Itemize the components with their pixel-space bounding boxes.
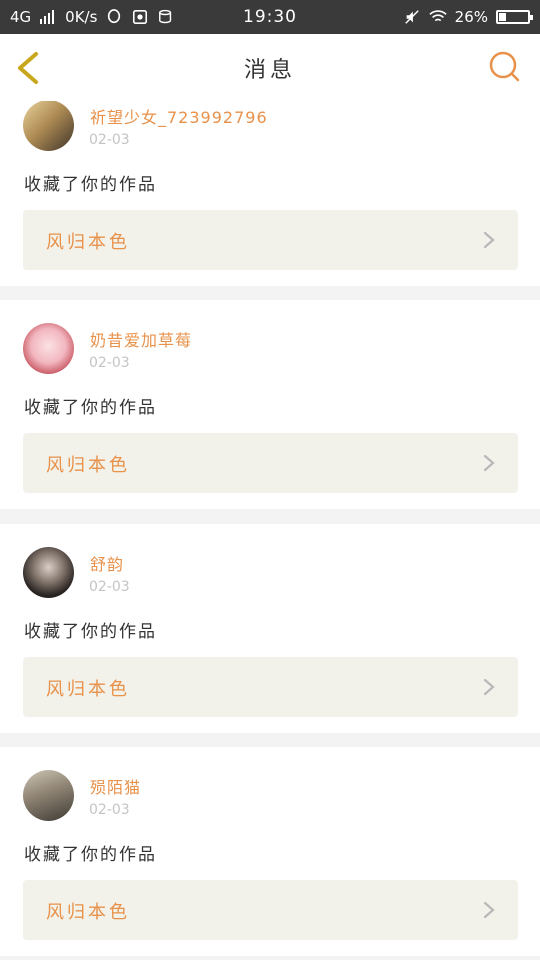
notification-card: 殒陌猫 02-03 收藏了你的作品 风归本色: [0, 747, 540, 956]
notification-date: 02-03: [89, 355, 130, 371]
battery-percent: 26%: [454, 8, 488, 26]
user-avatar[interactable]: [23, 547, 74, 598]
work-link[interactable]: 风归本色: [23, 657, 518, 717]
mute-icon: [404, 10, 419, 24]
battery-fill: [499, 13, 506, 21]
app-notification-icon: [133, 9, 148, 25]
username[interactable]: 殒陌猫: [90, 774, 141, 798]
storage-icon: [159, 9, 172, 24]
page-title: 消息: [243, 57, 296, 83]
work-title: 风归本色: [46, 455, 130, 476]
work-link[interactable]: 风归本色: [23, 433, 518, 493]
notification-date: 02-03: [89, 132, 130, 148]
user-avatar[interactable]: [23, 101, 74, 151]
qq-icon: [108, 9, 121, 24]
wifi-icon: [428, 10, 447, 22]
username[interactable]: 奶昔爱加草莓: [90, 327, 192, 351]
chevron-right-icon: [483, 231, 495, 249]
notification-action: 收藏了你的作品: [24, 398, 157, 418]
search-icon: [489, 51, 520, 82]
notification-card: 舒韵 02-03 收藏了你的作品 风归本色: [0, 524, 540, 733]
notification-action: 收藏了你的作品: [24, 175, 157, 195]
notification-card: 奶昔爱加草莓 02-03 收藏了你的作品 风归本色: [0, 300, 540, 509]
back-button[interactable]: [12, 50, 48, 86]
status-right: 26%: [403, 8, 533, 26]
notification-list[interactable]: 祈望少女_723992796 02-03 收藏了你的作品 风归本色 奶昔爱加草莓…: [0, 101, 540, 960]
chevron-right-icon: [483, 678, 495, 696]
chevron-left-icon: [18, 52, 38, 84]
status-left: 4G 0K/s: [10, 8, 175, 26]
notification-date: 02-03: [89, 579, 130, 595]
username[interactable]: 祈望少女_723992796: [90, 104, 268, 128]
notification-date: 02-03: [89, 802, 130, 818]
work-link[interactable]: 风归本色: [23, 210, 518, 270]
work-title: 风归本色: [46, 679, 130, 700]
signal-icon: [40, 10, 55, 24]
chevron-right-icon: [483, 454, 495, 472]
user-avatar[interactable]: [23, 770, 74, 821]
work-title: 风归本色: [46, 232, 130, 253]
user-avatar[interactable]: [23, 323, 74, 374]
notification-card: 祈望少女_723992796 02-03 收藏了你的作品 风归本色: [0, 101, 540, 286]
notification-action: 收藏了你的作品: [24, 622, 157, 642]
search-button[interactable]: [488, 50, 522, 84]
chevron-right-icon: [483, 901, 495, 919]
notification-action: 收藏了你的作品: [24, 845, 157, 865]
battery-icon: [496, 10, 533, 24]
work-link[interactable]: 风归本色: [23, 880, 518, 940]
network-type: 4G: [10, 8, 32, 26]
app-header: 消息: [0, 34, 540, 102]
work-title: 风归本色: [46, 902, 130, 923]
username[interactable]: 舒韵: [90, 551, 124, 575]
status-bar: 4G 0K/s 19:30 26%: [0, 0, 540, 34]
network-speed: 0K/s: [65, 8, 98, 26]
